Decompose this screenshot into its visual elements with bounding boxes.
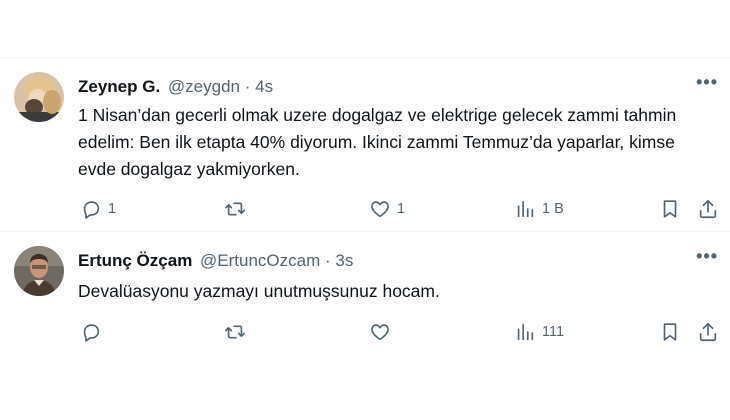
like-count: 1: [397, 201, 406, 217]
reply-button[interactable]: 1: [80, 197, 116, 221]
timestamp[interactable]: 3s: [335, 251, 353, 270]
display-name[interactable]: Ertunç Özçam: [78, 251, 192, 270]
retweet-icon: [225, 202, 245, 216]
tweet-text: 1 Nisan’dan gecerli olmak uzere dogalgaz…: [78, 105, 677, 179]
tweet-actions: 1 1 1 B: [0, 197, 730, 221]
view-count: 111: [542, 324, 565, 340]
timestamp[interactable]: 4s: [255, 77, 273, 96]
like-button[interactable]: [369, 320, 397, 344]
retweet-icon: [225, 325, 245, 339]
bookmark-icon: [663, 200, 677, 218]
bookmark-button[interactable]: [659, 197, 681, 221]
tweet-header: Ertunç Özçam @ErtuncOzcam · 3s: [78, 251, 353, 271]
heart-icon: [371, 324, 389, 341]
retweet-button[interactable]: [224, 320, 252, 344]
separator: ·: [244, 77, 251, 96]
reply-count: 1: [108, 201, 117, 217]
more-options-icon[interactable]: •••: [696, 246, 718, 267]
reply-icon: [83, 324, 100, 342]
bookmark-button[interactable]: [659, 320, 681, 344]
like-button[interactable]: 1: [369, 197, 405, 221]
view-count: 1 B: [542, 201, 564, 217]
tweet-header: Zeynep G. @zeygdn · 4s: [78, 77, 273, 97]
user-handle[interactable]: @zeygdn: [168, 77, 240, 96]
share-button[interactable]: [697, 197, 719, 221]
views-chart-icon: [517, 323, 534, 341]
retweet-button[interactable]: [224, 197, 252, 221]
views-chart-icon: [517, 200, 534, 218]
tweet-actions: 111: [0, 320, 730, 344]
share-icon: [699, 322, 717, 342]
share-button[interactable]: [697, 320, 719, 344]
separator: ·: [325, 251, 331, 270]
display-name[interactable]: Zeynep G.: [78, 77, 160, 96]
tweet-text: Devalüasyonu yazmayı unutmuşsunuz hocam.: [78, 281, 440, 301]
reply-icon: [83, 201, 100, 219]
avatar[interactable]: [14, 72, 64, 122]
share-icon: [699, 199, 717, 219]
tweet-zeynep[interactable]: Zeynep G. @zeygdn · 4s ••• 1 Nisan’dan g…: [0, 58, 730, 231]
bookmark-icon: [663, 323, 677, 341]
avatar[interactable]: [14, 246, 64, 296]
reply-button[interactable]: [80, 320, 108, 344]
heart-icon: [371, 201, 389, 218]
tweet-ertunc[interactable]: Ertunç Özçam @ErtuncOzcam · 3s ••• Deval…: [0, 232, 730, 420]
more-options-icon[interactable]: •••: [696, 72, 718, 93]
user-handle[interactable]: @ErtuncOzcam: [200, 251, 320, 270]
views-button[interactable]: 1 B: [514, 197, 564, 221]
views-button[interactable]: 111: [514, 320, 564, 344]
